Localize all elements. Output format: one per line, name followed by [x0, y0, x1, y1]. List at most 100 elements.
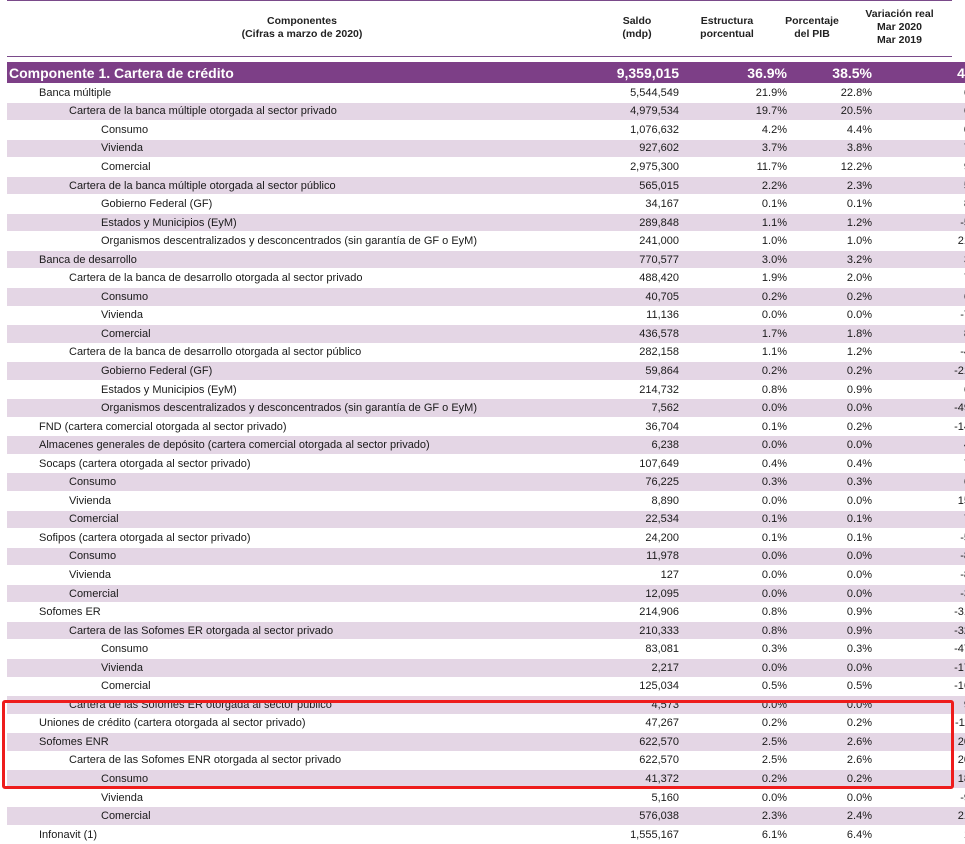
row-label: Comercial [7, 677, 599, 697]
table-row: Consumo1,076,6324.2%4.4%0.1% [7, 120, 965, 140]
cell-estructura: 0.3% [687, 639, 802, 659]
cell-saldo: 40,705 [599, 287, 687, 307]
cell-variacion: -8.6% [884, 565, 965, 585]
cell-estructura: 0.8% [687, 621, 802, 641]
cell-estructura: 0.0% [687, 695, 802, 715]
cell-pib: 1.0% [802, 231, 884, 251]
cell-pib: 3.8% [802, 139, 884, 159]
cell-estructura: 2.2% [687, 176, 802, 196]
cell-saldo: 36,704 [599, 417, 687, 437]
cell-pib: 0.0% [802, 658, 884, 678]
cell-estructura: 0.2% [687, 287, 802, 307]
table-row: Gobierno Federal (GF)34,1670.1%0.1%8.0% [7, 194, 965, 214]
table-row: Vivienda1270.0%0.0%-8.6% [7, 565, 965, 585]
table-row: Banca de desarrollo770,5773.0%3.2%3.1% [7, 250, 965, 270]
cell-variacion: -32.4% [884, 621, 965, 641]
cell-saldo: 22,534 [599, 510, 687, 530]
cell-estructura: 0.0% [687, 547, 802, 567]
cell-pib: 3.2% [802, 250, 884, 270]
table-row: FND (cartera comercial otorgada al secto… [7, 417, 965, 437]
row-label: Sofomes ER [7, 602, 599, 622]
row-label: Cartera de las Sofomes ENR otorgada al s… [7, 751, 599, 771]
cell-pib: 4.4% [802, 120, 884, 140]
table-row: Organismos descentralizados y desconcent… [7, 231, 965, 251]
row-label: Vivienda [7, 139, 599, 159]
cell-saldo: 6,238 [599, 435, 687, 455]
cell-variacion: -11.3% [884, 714, 965, 734]
row-label: Consumo [7, 287, 599, 307]
cell-saldo: 289,848 [599, 213, 687, 233]
cell-saldo: 41,372 [599, 769, 687, 789]
cell-variacion: -47.6% [884, 639, 965, 659]
cell-estructura: 0.8% [687, 602, 802, 622]
cell-estructura: 0.0% [687, 788, 802, 808]
cell-saldo: 11,136 [599, 306, 687, 326]
credit-table-page: Componentes (Cifras a marzo de 2020) Sal… [7, 0, 965, 844]
row-label: Gobierno Federal (GF) [7, 194, 599, 214]
cell-variacion: 7.0% [884, 139, 965, 159]
cell-pib: 1.8% [802, 324, 884, 344]
table-row: Consumo11,9780.0%0.0%-8.4% [7, 547, 965, 567]
cell-pib: 2.6% [802, 751, 884, 771]
cell-estructura: 0.1% [687, 194, 802, 214]
cell-estructura: 0.5% [687, 677, 802, 697]
row-label: Banca múltiple [7, 83, 599, 103]
cell-pib: 0.0% [802, 584, 884, 604]
cell-saldo: 436,578 [599, 324, 687, 344]
cell-estructura: 11.7% [687, 157, 802, 177]
row-label: Consumo [7, 547, 599, 567]
cell-estructura: 2.3% [687, 806, 802, 826]
cell-variacion: 6.0% [884, 472, 965, 493]
cell-estructura: 1.9% [687, 268, 802, 289]
cell-variacion: -16.4% [884, 677, 965, 697]
cell-saldo: 4,573 [599, 695, 687, 715]
cell-pib: 0.3% [802, 639, 884, 659]
table-row: Infonavit (1)1,555,1676.1%6.4%1.4% [7, 825, 965, 844]
cell-estructura: 0.0% [687, 435, 802, 455]
row-label: Comercial [7, 584, 599, 604]
cell-variacion: -5.9% [884, 528, 965, 548]
cell-saldo: 76,225 [599, 472, 687, 493]
component-row: Componente 1. Cartera de crédito 9,359,01… [7, 62, 965, 84]
cell-saldo: 214,732 [599, 380, 687, 400]
cell-variacion: 9.8% [884, 695, 965, 715]
row-label: Cartera de la banca múltiple otorgada al… [7, 102, 599, 122]
cell-variacion: 20.5% [884, 732, 965, 752]
table-row: Consumo83,0810.3%0.3%-47.6% [7, 639, 965, 659]
cell-pib: 0.4% [802, 454, 884, 474]
row-label: Componente 1. Cartera de crédito [7, 62, 599, 84]
cell-variacion: 6.8% [884, 287, 965, 307]
cell-saldo: 282,158 [599, 343, 687, 363]
cell-pib: 0.0% [802, 788, 884, 808]
row-label: Cartera de la banca de desarrollo otorga… [7, 343, 599, 363]
cell-saldo: 5,160 [599, 788, 687, 808]
cell-variacion: -17.6% [884, 658, 965, 678]
row-label: Vivienda [7, 788, 599, 808]
table-row: Vivienda8,8900.0%0.0%15.3% [7, 491, 965, 511]
cell-estructura: 1.7% [687, 324, 802, 344]
cell-variacion: 0.1% [884, 120, 965, 140]
table-row: Vivienda5,1600.0%0.0%-9.4% [7, 788, 965, 808]
cell-pib: 22.8% [802, 83, 884, 103]
cell-saldo: 622,570 [599, 751, 687, 771]
cell-saldo: 1,076,632 [599, 120, 687, 140]
cell-pib: 0.2% [802, 287, 884, 307]
cell-pib: 1.2% [802, 343, 884, 363]
row-label: Consumo [7, 769, 599, 789]
cell-pib: 0.0% [802, 491, 884, 511]
cell-estructura: 3.7% [687, 139, 802, 159]
row-label: Almacenes generales de depósito (cartera… [7, 435, 599, 455]
cell-variacion: 9.6% [884, 157, 965, 177]
cell-pib: 20.5% [802, 102, 884, 122]
cell-saldo: 11,978 [599, 547, 687, 567]
cell-pib: 0.2% [802, 769, 884, 789]
table-row: Cartera de la banca de desarrollo otorga… [7, 268, 965, 289]
table-row: Comercial125,0340.5%0.5%-16.4% [7, 677, 965, 697]
table-row: Comercial2,975,30011.7%12.2%9.6% [7, 157, 965, 177]
cell-variacion: 20.5% [884, 751, 965, 771]
cell-variacion: 21.8% [884, 231, 965, 251]
cell-variacion: 15.3% [884, 491, 965, 511]
cell-estructura: 36.9% [687, 62, 802, 84]
row-label: Organismos descentralizados y desconcent… [7, 398, 599, 418]
cell-saldo: 2,975,300 [599, 157, 687, 177]
